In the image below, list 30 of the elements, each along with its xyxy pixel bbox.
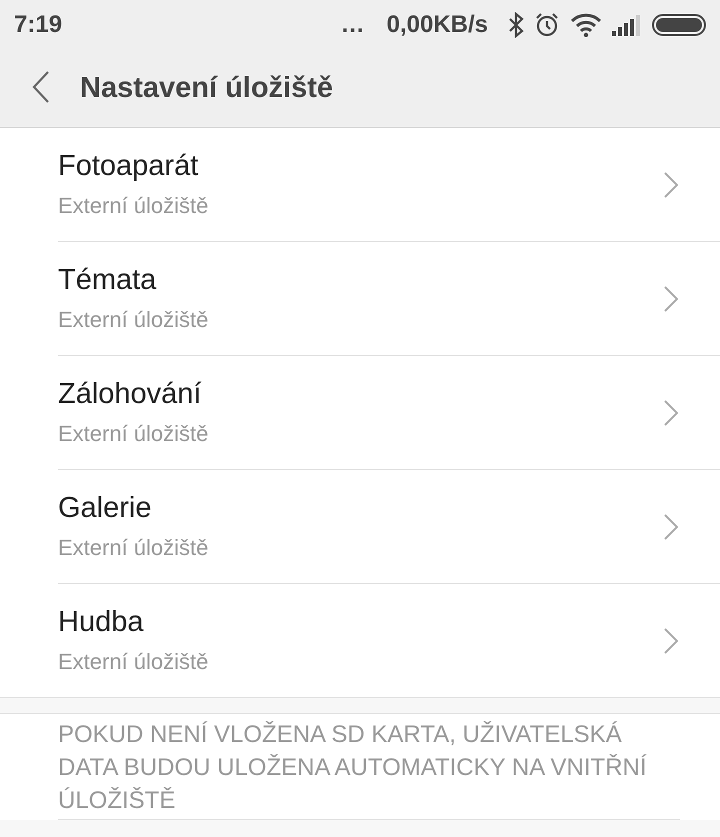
item-subtitle: Externí úložiště <box>58 649 210 675</box>
item-subtitle: Externí úložiště <box>58 535 210 561</box>
item-title: Témata <box>58 264 158 297</box>
chevron-right-icon <box>664 286 678 312</box>
page-title: Nastavení úložiště <box>80 72 334 105</box>
settings-item[interactable]: Fotoaparát Externí úložiště <box>58 128 720 242</box>
clock-time: 7:19 <box>14 11 64 39</box>
settings-item[interactable]: Hudba Externí úložiště <box>58 584 720 697</box>
chevron-right-icon <box>664 628 678 654</box>
alarm-clock-icon <box>534 12 560 38</box>
settings-item[interactable]: Galerie Externí úložiště <box>58 470 720 584</box>
chevron-right-icon <box>664 514 678 540</box>
chevron-right-icon <box>664 400 678 426</box>
battery-icon <box>652 14 706 36</box>
settings-item[interactable]: Témata Externí úložiště <box>58 242 720 356</box>
notification-dots: ... <box>342 11 365 39</box>
item-title: Galerie <box>58 492 152 525</box>
item-title: Zálohování <box>58 378 202 411</box>
network-speed: 0,00KB/s <box>386 11 488 39</box>
storage-note: POKUD NENÍ VLOŽENA SD KARTA, UŽIVATELSKÁ DATA BUDOU ULOŽENA AUTOMATICKY NA VNITŘNÍ ÚLOŽIŠTĚ <box>58 718 680 820</box>
item-title: Fotoaparát <box>58 150 200 183</box>
settings-item[interactable]: Zálohování Externí úložiště <box>58 356 720 470</box>
item-title: Hudba <box>58 606 144 639</box>
bluetooth-icon <box>508 12 524 38</box>
item-subtitle: Externí úložiště <box>58 307 210 333</box>
item-subtitle: Externí úložiště <box>58 193 210 219</box>
item-subtitle: Externí úložiště <box>58 421 210 447</box>
signal-icon <box>612 14 642 36</box>
chevron-right-icon <box>664 172 678 198</box>
wifi-icon <box>570 13 602 37</box>
